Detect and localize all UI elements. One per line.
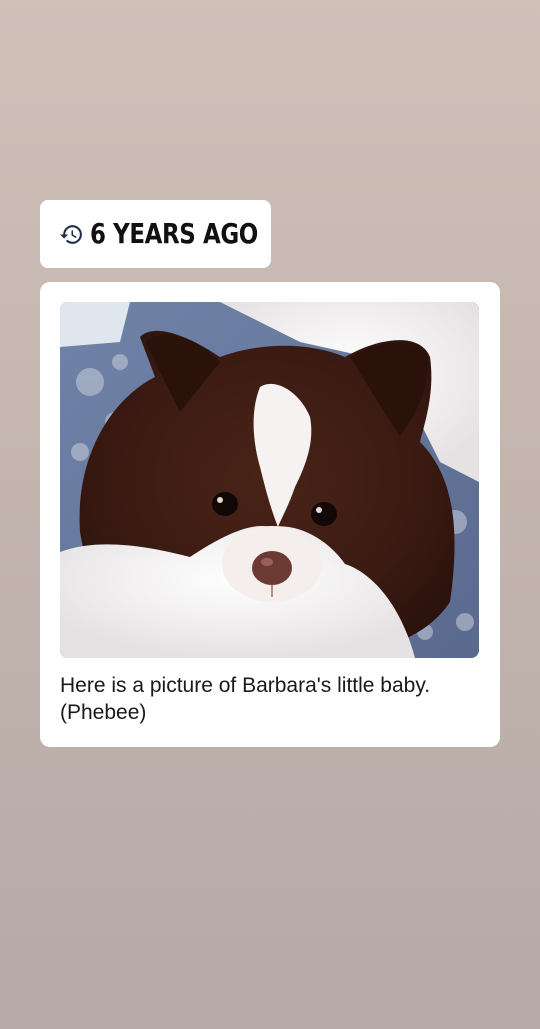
dog-photo[interactable] <box>60 302 479 658</box>
memory-time-label: 6 YEARS AGO <box>90 217 258 250</box>
memory-time-badge: 6 YEARS AGO <box>40 200 271 268</box>
pomeranian-image <box>60 302 479 658</box>
memory-post-card[interactable]: Here is a picture of Barbara's little ba… <box>40 282 500 747</box>
history-icon <box>59 222 84 247</box>
post-caption: Here is a picture of Barbara's little ba… <box>60 674 431 724</box>
